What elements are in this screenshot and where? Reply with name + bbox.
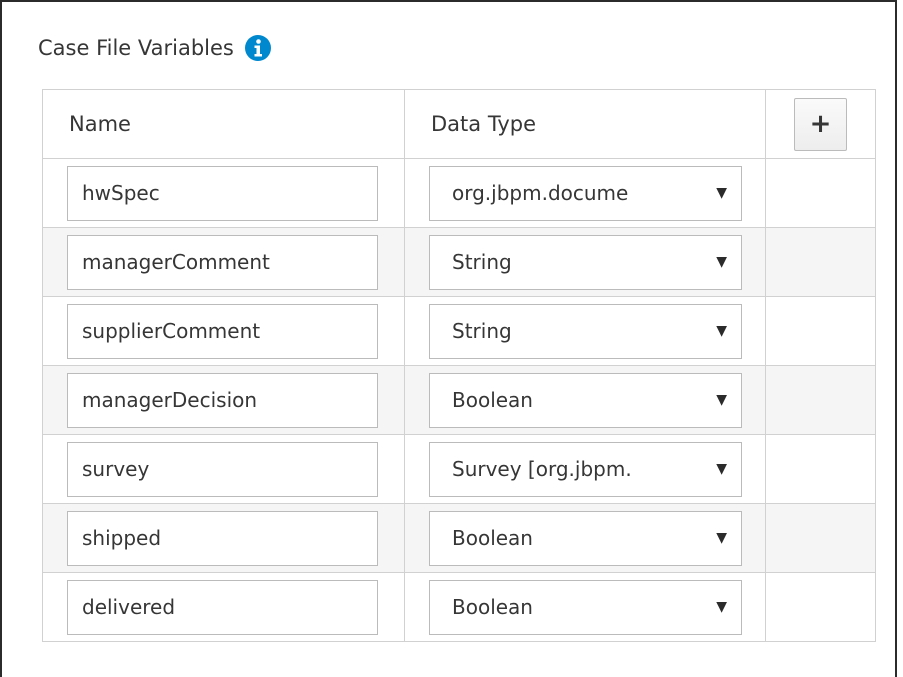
data-type-value: Boolean [452,388,533,412]
name-cell [42,572,405,642]
actions-cell [765,434,876,504]
table-row: Boolean ▼ [42,503,876,573]
actions-cell [765,503,876,573]
panel-header: Case File Variables [38,28,272,68]
actions-cell [765,572,876,642]
data-type-cell: org.jbpm.docume ▼ [404,158,766,228]
panel-title: Case File Variables [38,36,234,60]
caret-down-icon: ▼ [716,461,727,477]
table-body: org.jbpm.docume▼String▼String▼Boolean▼Su… [42,158,876,642]
caret-down-icon: ▼ [716,323,727,339]
name-cell [42,158,405,228]
variable-name-input[interactable] [67,510,378,566]
data-type-select[interactable]: Boolean ▼ [429,372,742,428]
table-header-row: Name Data Type + [42,89,876,159]
caret-down-icon: ▼ [716,185,727,201]
data-type-cell: String ▼ [404,296,766,366]
variables-table: Name Data Type + org.jbpm.docume ▼ String ▼… [42,89,876,642]
table-row: Boolean ▼ [42,365,876,435]
variable-name-input[interactable] [67,165,378,221]
data-type-select[interactable]: Boolean ▼ [429,510,742,566]
variable-name-input[interactable] [67,579,378,635]
data-type-value: org.jbpm.docume [452,181,629,205]
data-type-cell: Boolean ▼ [404,572,766,642]
name-cell [42,434,405,504]
data-type-select[interactable]: String ▼ [429,303,742,359]
data-type-value: String [452,319,512,343]
info-circle-icon[interactable] [244,34,272,62]
actions-cell [765,158,876,228]
case-file-variables-panel: Case File Variables Name Data Type + or [0,0,897,677]
data-type-select[interactable]: Survey [org.jbpm. ▼ [429,441,742,497]
data-type-select[interactable]: String ▼ [429,234,742,290]
name-cell [42,227,405,297]
table-row: org.jbpm.docume ▼ [42,158,876,228]
data-type-select[interactable]: org.jbpm.docume ▼ [429,165,742,221]
column-header-actions: + [765,89,876,159]
caret-down-icon: ▼ [716,599,727,615]
name-cell [42,296,405,366]
data-type-value: String [452,250,512,274]
table-row: String ▼ [42,227,876,297]
caret-down-icon: ▼ [716,392,727,408]
name-cell [42,503,405,573]
add-variable-button[interactable]: + [794,97,847,151]
caret-down-icon: ▼ [716,254,727,270]
table-row: String ▼ [42,296,876,366]
actions-cell [765,227,876,297]
data-type-value: Boolean [452,526,533,550]
column-header-name: Name [42,89,405,159]
data-type-cell: String ▼ [404,227,766,297]
variable-name-input[interactable] [67,303,378,359]
data-type-value: Boolean [452,595,533,619]
variable-name-input[interactable] [67,372,378,428]
data-type-cell: Boolean ▼ [404,503,766,573]
data-type-cell: Boolean ▼ [404,365,766,435]
data-type-select[interactable]: Boolean ▼ [429,579,742,635]
actions-cell [765,365,876,435]
variable-name-input[interactable] [67,234,378,290]
data-type-value: Survey [org.jbpm. [452,457,632,481]
caret-down-icon: ▼ [716,530,727,546]
table-row: Boolean ▼ [42,572,876,642]
name-cell [42,365,405,435]
table-row: Survey [org.jbpm. ▼ [42,434,876,504]
actions-cell [765,296,876,366]
variable-name-input[interactable] [67,441,378,497]
column-header-data-type: Data Type [404,89,766,159]
data-type-cell: Survey [org.jbpm. ▼ [404,434,766,504]
